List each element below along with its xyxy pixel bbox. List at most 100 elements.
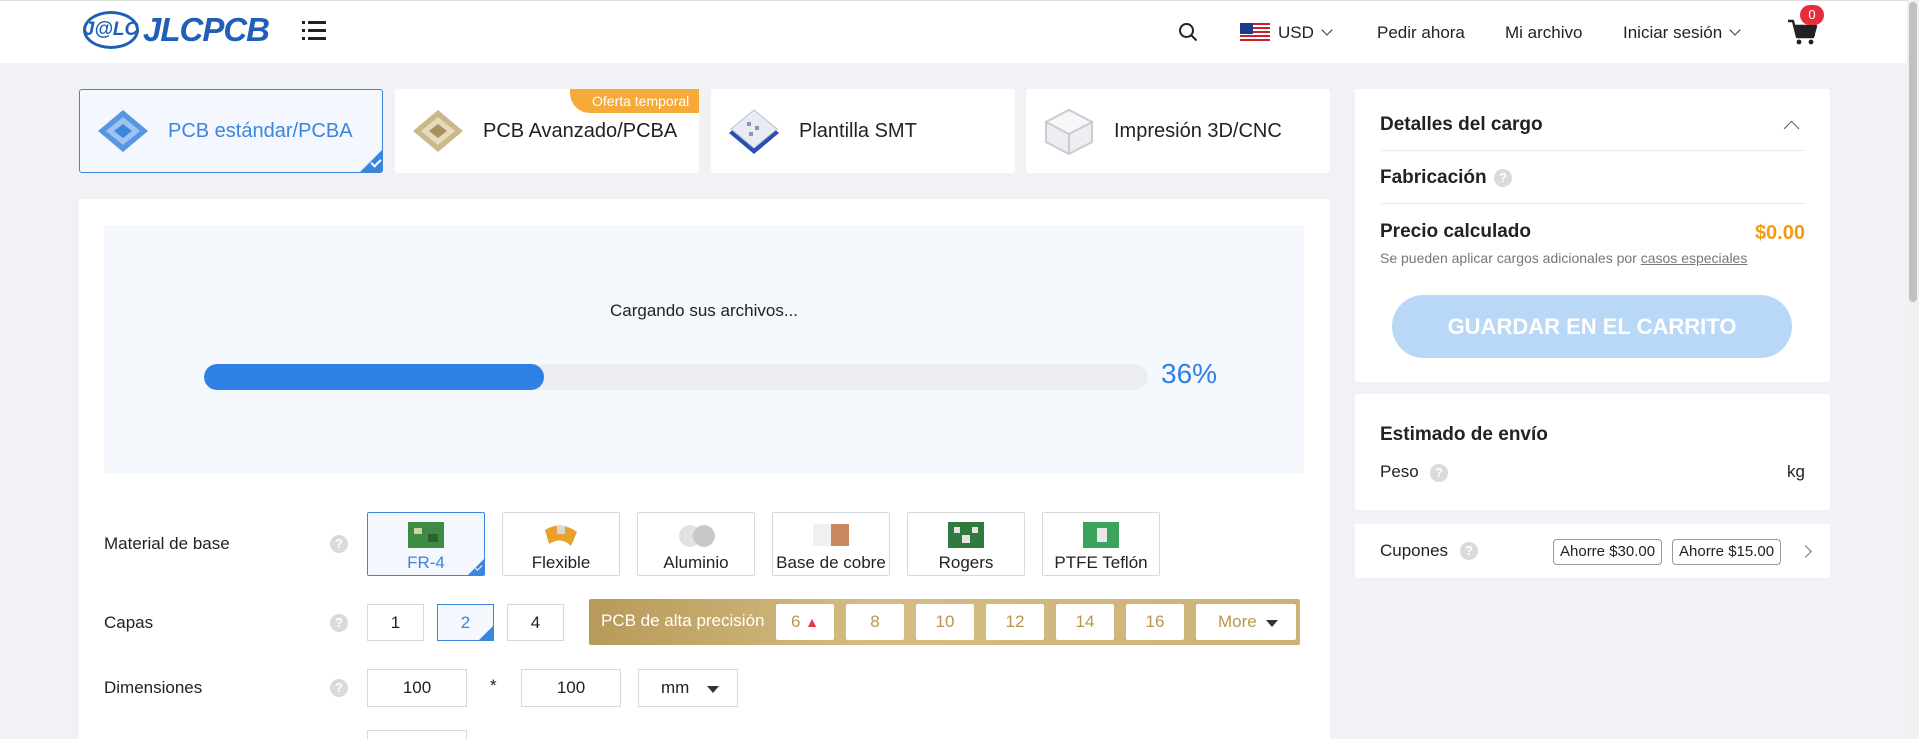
material-option-ptfe-teflon[interactable]: PTFE Teflón bbox=[1042, 512, 1160, 576]
chevron-down-icon bbox=[1729, 24, 1741, 36]
help-icon[interactable]: ? bbox=[330, 535, 348, 553]
nav-login[interactable]: Iniciar sesión bbox=[1623, 1, 1741, 64]
copper-base-board-icon bbox=[813, 524, 849, 546]
layer-option-16[interactable]: 16 bbox=[1126, 604, 1184, 640]
charges-card: Detalles del cargo Fabricación ? Precio … bbox=[1355, 89, 1830, 382]
dimensions-label: Dimensiones bbox=[104, 678, 203, 697]
material-option-aluminum[interactable]: Aluminio bbox=[637, 512, 755, 576]
jlcpcb-logo[interactable]: J@LC JLCPCB bbox=[83, 11, 270, 49]
selected-check-icon bbox=[468, 559, 484, 575]
help-icon[interactable]: ? bbox=[1494, 169, 1512, 187]
help-icon[interactable]: ? bbox=[1460, 542, 1478, 560]
price-note: Se pueden aplicar cargos adicionales por… bbox=[1380, 250, 1747, 266]
nav-order-now[interactable]: Pedir ahora bbox=[1377, 1, 1465, 64]
tab-3d-cnc[interactable]: Impresión 3D/CNC bbox=[1026, 89, 1330, 173]
logo-mark: J@LC bbox=[83, 11, 139, 49]
help-icon[interactable]: ? bbox=[330, 614, 348, 632]
limited-offer-badge: Oferta temporal bbox=[570, 89, 700, 113]
shipping-title: Estimado de envío bbox=[1380, 424, 1548, 445]
layer-label: 2 bbox=[460, 613, 471, 632]
tab-label: Impresión 3D/CNC bbox=[1114, 119, 1282, 142]
caret-down-icon bbox=[707, 686, 719, 693]
weight-label: Peso bbox=[1380, 462, 1419, 481]
menu-icon[interactable] bbox=[302, 21, 326, 43]
tab-smt-stencil[interactable]: Plantilla SMT bbox=[711, 89, 1015, 173]
calculated-price-label: Precio calculado bbox=[1380, 221, 1532, 242]
weight-unit: kg bbox=[1787, 462, 1805, 481]
material-label: PTFE Teflón bbox=[1054, 553, 1148, 572]
dimension-height-input[interactable]: 100 bbox=[521, 669, 621, 707]
help-icon[interactable]: ? bbox=[330, 679, 348, 697]
layer-option-1[interactable]: 1 bbox=[367, 604, 424, 641]
help-icon[interactable]: ? bbox=[1430, 464, 1448, 482]
3d-printing-icon bbox=[1043, 108, 1095, 156]
coupon-tag[interactable]: Ahorre $15.00 bbox=[1672, 539, 1782, 565]
upload-progress-bar bbox=[204, 364, 1148, 390]
coupons-card[interactable]: Cupones ? Ahorre $30.00 Ahorre $15.00 bbox=[1355, 524, 1830, 578]
logo-text: JLCPCB bbox=[143, 11, 270, 48]
us-flag-icon bbox=[1240, 22, 1270, 43]
currency-label: USD bbox=[1278, 22, 1314, 42]
fabrication-label: Fabricación bbox=[1380, 167, 1487, 188]
top-header: J@LC JLCPCB USD Pedir ahora Mi archivo I… bbox=[0, 0, 1919, 63]
material-option-flexible[interactable]: Flexible bbox=[502, 512, 620, 576]
cart-count-badge: 0 bbox=[1800, 5, 1824, 25]
layer-option-4[interactable]: 4 bbox=[507, 604, 564, 641]
flexible-board-icon bbox=[545, 525, 577, 546]
upload-progress-fill bbox=[204, 364, 544, 390]
material-option-fr4[interactable]: FR-4 bbox=[367, 512, 485, 576]
coupon-tag[interactable]: Ahorre $30.00 bbox=[1553, 539, 1663, 565]
caret-down-icon bbox=[1266, 620, 1278, 627]
aluminum-board-icon bbox=[679, 525, 715, 547]
layer-label: 6 bbox=[790, 612, 801, 631]
next-field-input[interactable] bbox=[367, 730, 467, 739]
chevron-down-icon bbox=[1321, 24, 1333, 36]
scrollbar-thumb[interactable] bbox=[1909, 2, 1917, 302]
charges-title: Detalles del cargo bbox=[1380, 114, 1543, 135]
upload-progress-percent: 36% bbox=[1161, 358, 1218, 389]
rogers-board-icon bbox=[948, 522, 984, 548]
currency-selector[interactable]: USD bbox=[1240, 1, 1333, 64]
upload-status-text: Cargando sus archivos... bbox=[609, 301, 799, 320]
fr4-board-icon bbox=[408, 522, 444, 548]
material-label: Flexible bbox=[531, 553, 591, 572]
upload-area[interactable]: Cargando sus archivos... 36% bbox=[104, 225, 1304, 473]
material-option-copper-base[interactable]: Base de cobre bbox=[772, 512, 890, 576]
fire-icon: ▲ bbox=[805, 614, 820, 630]
coupons-label: Cupones bbox=[1380, 541, 1449, 560]
selected-check-icon bbox=[479, 626, 493, 640]
material-label: FR-4 bbox=[407, 553, 445, 572]
login-label: Iniciar sesión bbox=[1623, 22, 1723, 42]
layer-option-10[interactable]: 10 bbox=[916, 604, 974, 640]
high-precision-label: PCB de alta precisión bbox=[601, 611, 765, 630]
material-label: Base de cobre bbox=[776, 553, 886, 572]
material-option-rogers[interactable]: Rogers bbox=[907, 512, 1025, 576]
tab-standard-pcb[interactable]: PCB estándar/PCBA bbox=[79, 89, 383, 173]
tab-label: Plantilla SMT bbox=[799, 119, 917, 142]
layers-label: Capas bbox=[104, 613, 154, 632]
save-to-cart-button[interactable]: GUARDAR EN EL CARRITO bbox=[1392, 295, 1792, 358]
base-material-label: Material de base bbox=[104, 534, 230, 553]
dimension-unit-select[interactable]: mm bbox=[638, 669, 738, 707]
nav-my-files[interactable]: Mi archivo bbox=[1505, 1, 1582, 64]
standard-pcb-icon bbox=[98, 110, 148, 152]
dimension-width-input[interactable]: 100 bbox=[367, 669, 467, 707]
layer-option-14[interactable]: 14 bbox=[1056, 604, 1114, 640]
layer-option-2[interactable]: 2 bbox=[437, 604, 494, 641]
calculated-price-value: $0.00 bbox=[1754, 222, 1805, 244]
smt-stencil-icon bbox=[729, 109, 779, 154]
chevron-right-icon[interactable] bbox=[1799, 545, 1812, 558]
ptfe-board-icon bbox=[1083, 522, 1119, 548]
layer-option-6[interactable]: 6 ▲ bbox=[776, 604, 834, 640]
layer-option-12[interactable]: 12 bbox=[986, 604, 1044, 640]
layer-option-8[interactable]: 8 bbox=[846, 604, 904, 640]
search-icon[interactable] bbox=[1178, 22, 1198, 42]
special-cases-link[interactable]: casos especiales bbox=[1641, 250, 1748, 266]
price-note-text: Se pueden aplicar cargos adicionales por bbox=[1380, 250, 1637, 266]
more-layers-dropdown[interactable]: More bbox=[1196, 604, 1296, 640]
advanced-pcb-icon bbox=[413, 110, 463, 152]
material-label: Aluminio bbox=[663, 553, 729, 572]
page-scrollbar[interactable] bbox=[1907, 0, 1919, 739]
chevron-up-icon[interactable] bbox=[1783, 120, 1800, 137]
dimension-separator: * bbox=[490, 676, 497, 695]
